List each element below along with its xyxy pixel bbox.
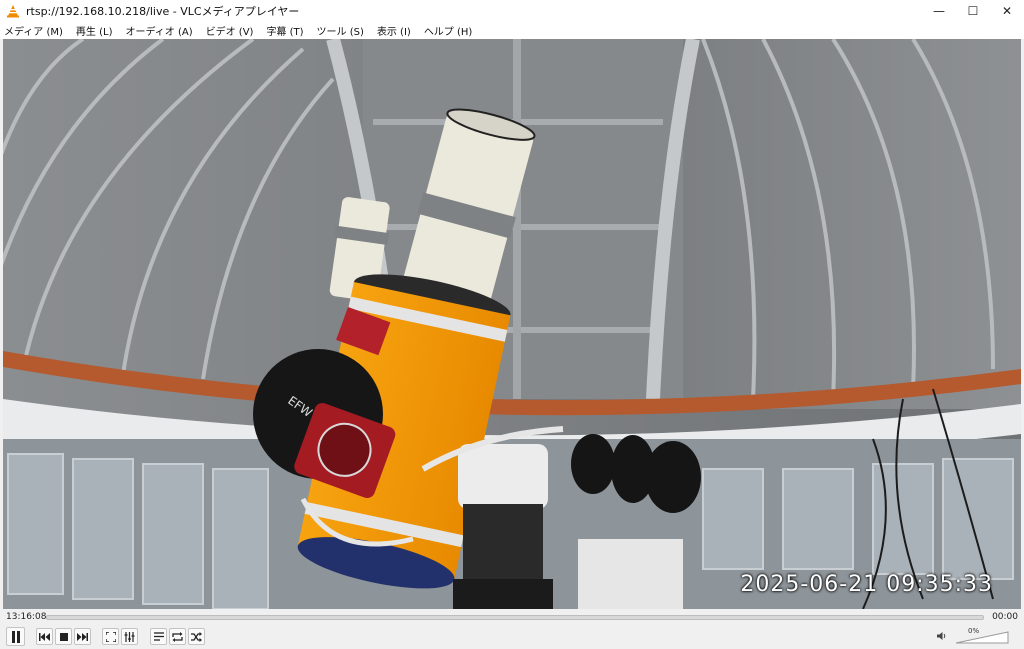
seek-bar[interactable]: [46, 615, 984, 620]
control-bar: 0%: [0, 625, 1024, 649]
fullscreen-icon: [105, 631, 116, 642]
close-icon: ✕: [1001, 4, 1013, 18]
total-time: 00:00: [992, 612, 1018, 622]
playlist-icon: [153, 632, 164, 641]
fullscreen-button[interactable]: [102, 628, 119, 645]
elapsed-time: 13:16:08: [6, 612, 47, 622]
speaker-icon[interactable]: [937, 631, 947, 641]
previous-icon: [39, 632, 50, 641]
video-frame: EFW: [3, 39, 1021, 609]
menu-tools[interactable]: ツール (S): [317, 23, 364, 38]
loop-button[interactable]: [169, 628, 186, 645]
seek-row: 13:16:08 00:00: [0, 609, 1024, 625]
maximize-icon: ☐: [967, 4, 979, 18]
pause-button[interactable]: [6, 627, 25, 646]
stop-icon: [59, 632, 68, 641]
previous-button[interactable]: [36, 628, 53, 645]
maximize-button[interactable]: ☐: [956, 0, 990, 22]
shuffle-button[interactable]: [188, 628, 205, 645]
stop-button[interactable]: [55, 628, 72, 645]
menu-bar: メディア (M) 再生 (L) オーディオ (A) ビデオ (V) 字幕 (T)…: [0, 22, 1024, 39]
menu-video[interactable]: ビデオ (V): [206, 23, 254, 38]
shuffle-icon: [191, 631, 202, 642]
minimize-icon: —: [933, 4, 945, 18]
close-button[interactable]: ✕: [990, 0, 1024, 22]
extended-settings-icon: [124, 631, 135, 642]
volume-percent: 0%: [968, 627, 980, 635]
window-controls: — ☐ ✕: [922, 0, 1024, 22]
pause-icon: [11, 630, 20, 643]
volume-ramp: [955, 631, 1009, 644]
playlist-button[interactable]: [150, 628, 167, 645]
title-bar: rtsp://192.168.10.218/live - VLCメディアプレイヤ…: [0, 0, 1024, 22]
minimize-button[interactable]: —: [922, 0, 956, 22]
next-icon: [77, 632, 88, 641]
video-display[interactable]: EFW 2025-06-21 09:35:33: [3, 39, 1021, 609]
menu-media[interactable]: メディア (M): [4, 23, 63, 38]
menu-playback[interactable]: 再生 (L): [76, 23, 113, 38]
vlc-cone-icon: [7, 5, 19, 18]
menu-help[interactable]: ヘルプ (H): [424, 23, 473, 38]
next-button[interactable]: [74, 628, 91, 645]
loop-icon: [172, 631, 183, 642]
volume-slider[interactable]: 0%: [954, 627, 1010, 645]
menu-subtitle[interactable]: 字幕 (T): [266, 23, 303, 38]
menu-audio[interactable]: オーディオ (A): [125, 23, 192, 38]
menu-view[interactable]: 表示 (I): [377, 23, 411, 38]
window-title: rtsp://192.168.10.218/live - VLCメディアプレイヤ…: [26, 5, 300, 18]
extended-settings-button[interactable]: [121, 628, 138, 645]
video-timestamp-overlay: 2025-06-21 09:35:33: [740, 572, 993, 597]
